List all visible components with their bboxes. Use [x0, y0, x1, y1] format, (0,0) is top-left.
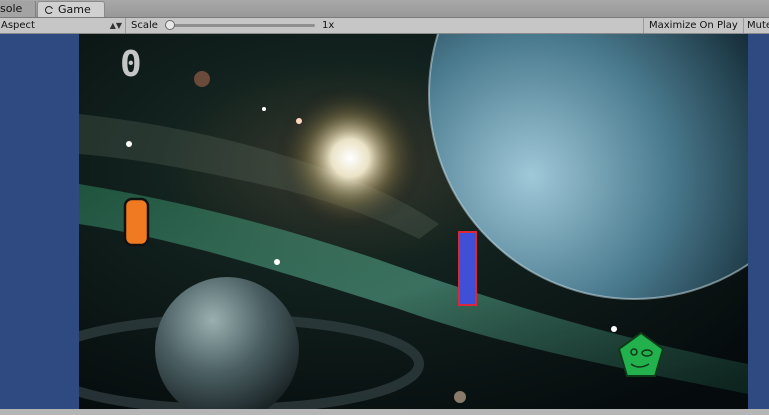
bottom-bar	[0, 409, 769, 415]
right-paddle	[458, 231, 477, 306]
dropdown-arrows-icon: ▲▼	[109, 21, 122, 30]
game-controller-icon	[45, 6, 54, 14]
star-dot	[274, 259, 280, 265]
scale-value: 1x	[322, 20, 335, 31]
score-counter: 0	[120, 44, 142, 85]
tab-console-label: sole	[0, 2, 23, 15]
aspect-dropdown[interactable]: Aspect ▲▼	[0, 18, 126, 33]
letterbox-left	[0, 34, 79, 409]
scale-label: Scale	[131, 20, 158, 31]
star-dot	[611, 326, 617, 332]
star-dot	[296, 118, 302, 124]
tab-console[interactable]: sole	[0, 1, 36, 17]
maximize-on-play-label: Maximize On Play	[649, 20, 738, 31]
game-scene	[79, 34, 748, 409]
scale-slider[interactable]	[165, 20, 315, 30]
mute-audio-toggle[interactable]: Mute	[747, 18, 769, 33]
tab-strip: sole Game	[0, 0, 769, 18]
game-toolbar: Aspect ▲▼ Scale 1x Maximize On Play Mute	[0, 18, 769, 34]
left-paddle	[123, 197, 150, 247]
mute-audio-label: Mute	[747, 20, 769, 31]
maximize-on-play-toggle[interactable]: Maximize On Play	[643, 18, 744, 33]
letterbox-right	[748, 34, 769, 409]
bright-star	[275, 83, 425, 233]
tiny-moon	[454, 391, 466, 403]
tab-game[interactable]: Game	[37, 1, 105, 17]
small-moon	[194, 71, 210, 87]
star-dot	[126, 141, 132, 147]
game-viewport[interactable]: 0	[79, 34, 748, 409]
scale-slider-thumb[interactable]	[165, 20, 175, 30]
tab-game-label: Game	[58, 3, 91, 16]
aspect-label: Aspect	[1, 20, 35, 31]
star-dot	[262, 107, 266, 111]
